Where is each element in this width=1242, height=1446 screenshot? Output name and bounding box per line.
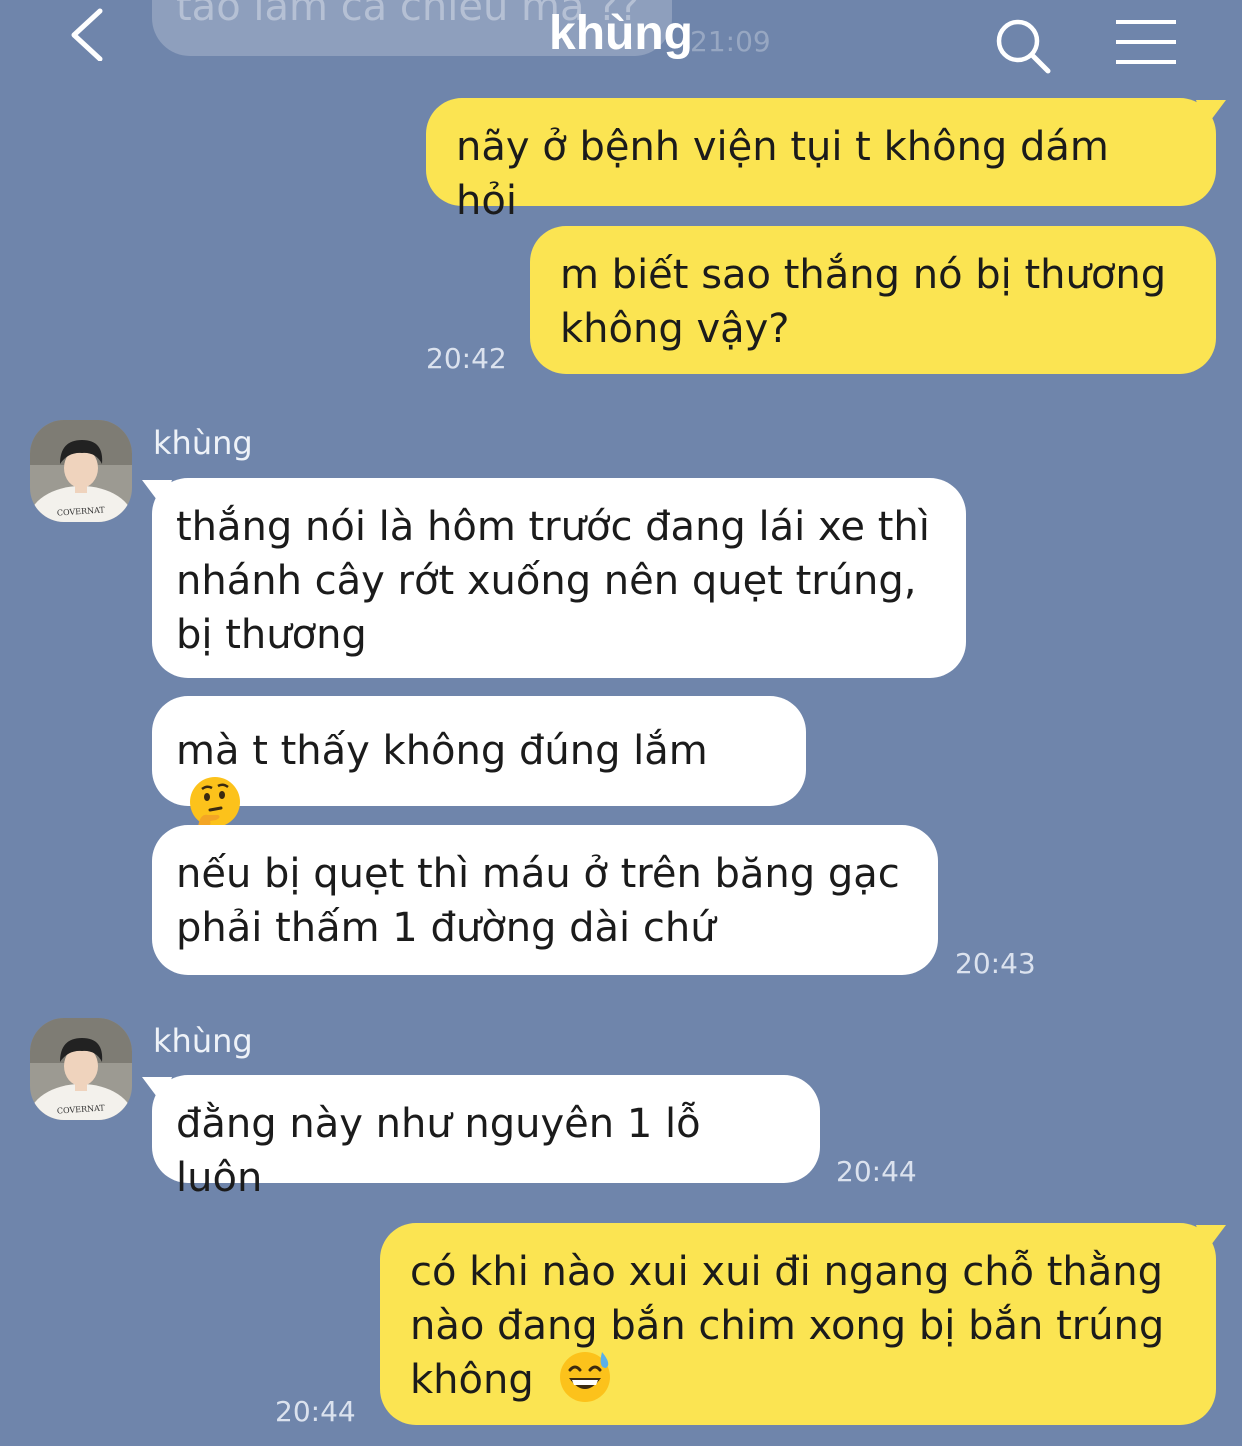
message-time: 20:44 (275, 1395, 356, 1428)
incoming-message[interactable]: thắng nói là hôm trước đang lái xe thì n… (152, 478, 966, 678)
profile-photo-avatar: COVERNAT (30, 420, 132, 522)
grinning-sweat-emoji (560, 1352, 611, 1402)
chat-title: khùng (549, 7, 693, 60)
outgoing-message[interactable]: m biết sao thắng nó bị thương không vậy? (530, 226, 1216, 374)
incoming-message[interactable]: mà t thấy không đúng lắm (152, 696, 806, 828)
message-time: 20:42 (426, 342, 507, 375)
outgoing-message[interactable]: có khi nào xui xui đi ngang chỗ thằng nà… (380, 1223, 1216, 1425)
search-icon (996, 19, 1051, 74)
menu-button[interactable] (1114, 19, 1178, 65)
sender-name: khùng (153, 1022, 253, 1060)
message-text: nãy ở bệnh viện tụi t không dám hỏi (456, 124, 1109, 224)
message-text: mà t thấy không đúng lắm (176, 728, 708, 774)
avatar[interactable]: COVERNAT (30, 1018, 132, 1120)
hamburger-menu-icon (1116, 20, 1176, 64)
chat-header: khùng (0, 0, 1242, 90)
incoming-message[interactable]: đằng này như nguyên 1 lỗ luôn (152, 1075, 820, 1201)
profile-photo-avatar: COVERNAT (30, 1018, 132, 1120)
incoming-message[interactable]: nếu bị quẹt thì máu ở trên băng gạc phải… (152, 825, 938, 975)
outgoing-message[interactable]: nãy ở bệnh viện tụi t không dám hỏi (426, 98, 1216, 224)
search-button[interactable] (994, 17, 1052, 75)
message-text: đằng này như nguyên 1 lỗ luôn (176, 1101, 701, 1201)
message-text: có khi nào xui xui đi ngang chỗ thằng nà… (410, 1249, 1165, 1403)
message-time: 20:44 (836, 1155, 917, 1188)
avatar[interactable]: COVERNAT (30, 420, 132, 522)
message-time: 20:43 (955, 947, 1036, 980)
thinking-face-emoji (190, 777, 240, 828)
message-text: nếu bị quẹt thì máu ở trên băng gạc phải… (176, 851, 900, 951)
sender-name: khùng (153, 424, 253, 462)
message-text: thắng nói là hôm trước đang lái xe thì n… (176, 504, 930, 658)
message-text: m biết sao thắng nó bị thương không vậy? (560, 252, 1167, 352)
